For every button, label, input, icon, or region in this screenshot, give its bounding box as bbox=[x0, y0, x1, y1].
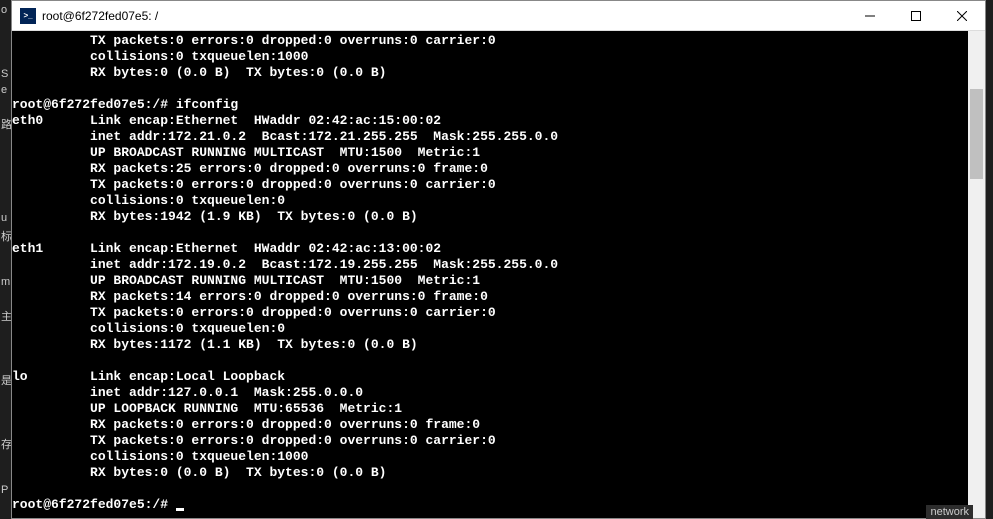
bg-text-fragment: e bbox=[1, 84, 7, 96]
terminal-window: root@6f272fed07e5: / TX packets:0 errors… bbox=[11, 0, 986, 519]
terminal-output[interactable]: TX packets:0 errors:0 dropped:0 overruns… bbox=[12, 31, 968, 518]
terminal-area: TX packets:0 errors:0 dropped:0 overruns… bbox=[12, 31, 985, 518]
background-window-left-edge: oSe路u标m主是存P bbox=[0, 0, 11, 519]
terminal-cursor bbox=[176, 508, 184, 511]
background-text-fragment: network bbox=[926, 505, 973, 519]
background-window-right-edge bbox=[986, 0, 993, 519]
window-controls bbox=[847, 1, 985, 30]
scrollbar-thumb[interactable] bbox=[970, 89, 983, 179]
minimize-icon bbox=[865, 11, 875, 21]
bg-text-fragment: P bbox=[1, 484, 8, 496]
close-button[interactable] bbox=[939, 1, 985, 30]
close-icon bbox=[957, 11, 967, 21]
vertical-scrollbar[interactable] bbox=[968, 31, 985, 518]
maximize-icon bbox=[911, 11, 921, 21]
bg-text-fragment: S bbox=[1, 68, 8, 80]
bg-text-fragment: u bbox=[1, 212, 7, 224]
powershell-icon bbox=[20, 8, 36, 24]
bg-text-fragment: m bbox=[1, 276, 10, 288]
window-titlebar[interactable]: root@6f272fed07e5: / bbox=[12, 1, 985, 31]
bg-text-fragment: o bbox=[1, 4, 7, 16]
window-title: root@6f272fed07e5: / bbox=[36, 9, 847, 23]
minimize-button[interactable] bbox=[847, 1, 893, 30]
maximize-button[interactable] bbox=[893, 1, 939, 30]
